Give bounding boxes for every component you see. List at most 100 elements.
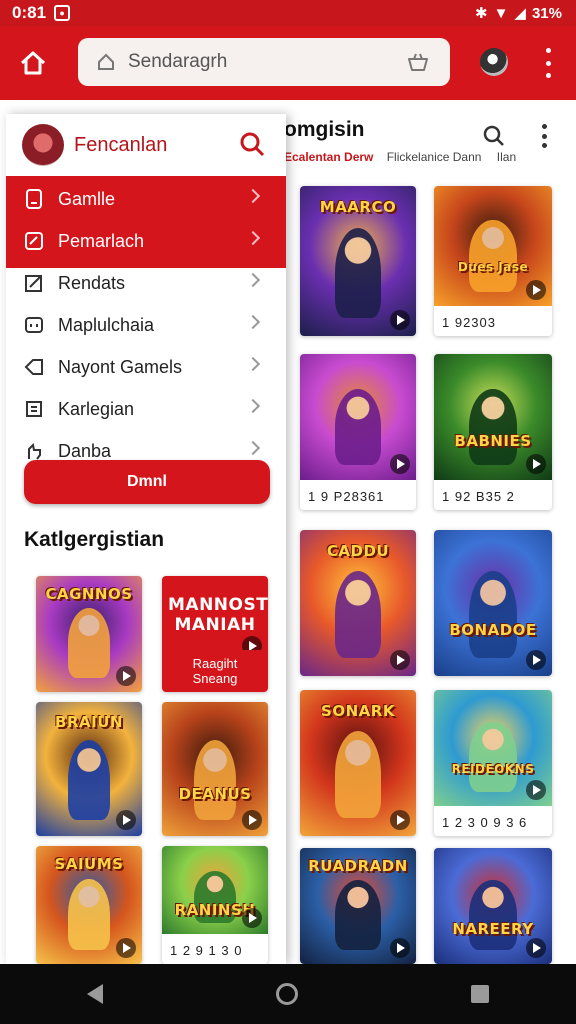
category-caption: Raagiht Sneang — [162, 650, 268, 692]
play-icon[interactable] — [116, 666, 136, 686]
category-card[interactable]: SAIUMS — [36, 846, 142, 964]
game-title: BONADOE — [449, 620, 537, 639]
play-icon[interactable] — [526, 780, 546, 800]
play-icon[interactable] — [526, 280, 546, 300]
game-card[interactable]: 1 9 P28361 — [300, 354, 416, 510]
tab-2[interactable]: Ilan — [497, 150, 516, 164]
notification-icon: ● — [54, 5, 71, 21]
character-figure — [193, 739, 237, 820]
character-figure — [469, 570, 517, 659]
background-tabs: Ecalentan Derw Flickelanice Dann Ilan — [284, 150, 528, 164]
play-icon[interactable] — [526, 938, 546, 958]
more-options-icon[interactable] — [538, 124, 550, 148]
categories-title: Katlgergistian — [24, 528, 165, 551]
drawer-item-label: Danba — [58, 440, 112, 461]
hand-icon — [24, 441, 44, 461]
drawer-action-button[interactable]: Dmnl — [24, 460, 270, 504]
category-title: MANNOST MANIAH — [168, 594, 268, 635]
game-title: Dues Jase — [457, 260, 529, 275]
recents-icon[interactable] — [471, 985, 490, 1003]
character-figure — [67, 739, 111, 820]
play-icon[interactable] — [116, 938, 136, 958]
search-field[interactable]: Sendaragrh — [78, 38, 450, 86]
app-bar: Sendaragrh — [0, 26, 576, 100]
drawer-item-4[interactable]: Nayont Gamels — [6, 346, 286, 388]
drawer-item-label: Gamlle — [58, 188, 116, 209]
search-icon[interactable] — [482, 124, 506, 148]
category-caption: 1 2 9 1 3 0 — [162, 937, 268, 964]
tab-0[interactable]: Ecalentan Derw — [284, 150, 373, 164]
play-icon[interactable] — [390, 938, 410, 958]
home-icon[interactable] — [18, 48, 48, 78]
tag-icon — [24, 357, 44, 377]
game-title: CADDU — [326, 541, 390, 560]
game-title: BABNIES — [454, 432, 532, 451]
profile-avatar[interactable] — [480, 48, 508, 76]
category-title: BRAIUN — [55, 712, 123, 731]
message-icon — [24, 315, 44, 335]
play-icon[interactable] — [390, 310, 410, 330]
tab-1[interactable]: Flickelanice Dann — [387, 150, 482, 164]
play-icon[interactable] — [390, 810, 410, 830]
category-card[interactable]: BRAIUN — [36, 702, 142, 836]
game-title: MAARCO — [319, 198, 397, 216]
drawer-item-label: Rendats — [58, 272, 126, 293]
drawer-item-label: Pemarlach — [58, 230, 145, 251]
drawer-item-2[interactable]: Rendats — [6, 262, 286, 304]
calendar-icon — [24, 399, 44, 419]
play-icon[interactable] — [242, 908, 262, 928]
play-icon[interactable] — [526, 650, 546, 670]
category-card[interactable]: RANINSH 1 2 9 1 3 0 — [162, 846, 268, 964]
background-title: omgisin — [284, 118, 365, 141]
document-icon — [24, 189, 44, 209]
signal-icon: ◢ — [514, 5, 526, 22]
category-card[interactable]: MANNOST MANIAH Raagiht Sneang — [162, 576, 268, 692]
game-caption: 1 2 3 0 9 3 6 — [434, 809, 552, 836]
drawer-item-label: Karlegian — [58, 398, 135, 419]
game-card[interactable]: CADDU — [300, 530, 416, 676]
play-icon[interactable] — [390, 454, 410, 474]
drawer-avatar[interactable] — [22, 124, 64, 166]
screen: 0:81 ● ✱ ▼ ◢ 31% Sendaragrh omgisin Ecal… — [0, 0, 576, 1024]
play-icon[interactable] — [116, 810, 136, 830]
drawer-item-1[interactable]: Pemarlach — [6, 220, 286, 262]
more-menu-icon[interactable] — [538, 48, 558, 78]
category-title: DEANUS — [178, 785, 252, 804]
chevron-right-icon — [245, 440, 261, 456]
chevron-right-icon — [245, 356, 261, 372]
game-card[interactable]: REIDEOKNS 1 2 3 0 9 3 6 — [434, 690, 552, 836]
game-card[interactable]: SONARK — [300, 690, 416, 836]
game-title: SONARK — [321, 701, 395, 720]
game-card[interactable]: NAREERY — [434, 848, 552, 964]
drawer-title: Fencanlan — [74, 134, 168, 156]
character-figure — [67, 879, 111, 950]
search-placeholder: Sendaragrh — [128, 51, 228, 72]
home-circle-icon[interactable] — [275, 983, 298, 1005]
chevron-right-icon — [245, 398, 261, 414]
category-card[interactable]: CAGNNOS — [36, 576, 142, 692]
game-card[interactable]: BABNIES 1 92 B35 2 — [434, 354, 552, 510]
game-card[interactable]: Dues Jase 1 92303 — [434, 186, 552, 336]
character-figure — [334, 570, 382, 659]
battery-level: 31% — [531, 4, 562, 22]
play-icon[interactable] — [526, 454, 546, 474]
game-card[interactable]: MAARCO — [300, 186, 416, 336]
drawer-item-5[interactable]: Karlegian — [6, 388, 286, 430]
drawer-item-0[interactable]: Gamlle — [6, 178, 286, 220]
back-icon[interactable] — [86, 984, 103, 1004]
category-title: CAGNNOS — [45, 585, 133, 604]
play-icon[interactable] — [390, 650, 410, 670]
category-card[interactable]: DEANUS — [162, 702, 268, 836]
drawer-item-3[interactable]: Maplulchaia — [6, 304, 286, 346]
character-figure — [67, 608, 111, 679]
game-card[interactable]: BONADOE — [434, 530, 552, 676]
game-card[interactable]: RUADRADN — [300, 848, 416, 964]
character-figure — [469, 219, 517, 292]
category-title: SAIUMS — [54, 855, 124, 874]
search-icon[interactable] — [238, 130, 266, 158]
drawer-item-label: Nayont Gamels — [58, 356, 183, 377]
basket-icon[interactable] — [406, 50, 430, 74]
game-caption: 1 92 B35 2 — [434, 483, 552, 510]
system-navigation-bar — [0, 964, 576, 1024]
play-icon[interactable] — [242, 810, 262, 830]
